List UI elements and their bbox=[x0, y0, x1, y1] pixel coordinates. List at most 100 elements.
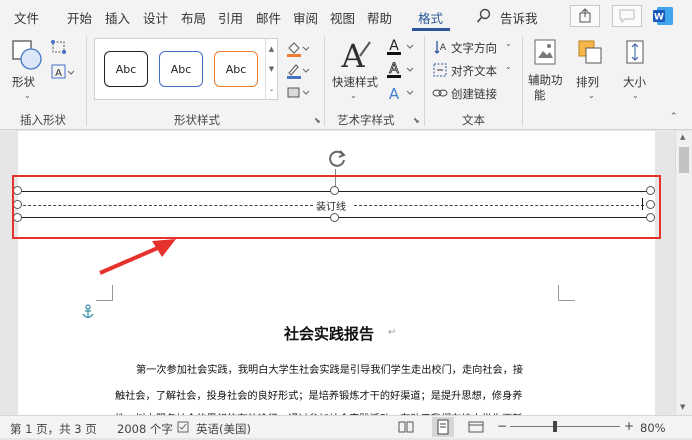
svg-text:W: W bbox=[654, 13, 664, 23]
word-logo-icon: W bbox=[652, 6, 674, 26]
svg-text:A: A bbox=[389, 61, 399, 77]
highlight-box bbox=[12, 175, 661, 239]
tab-layout[interactable]: 布局 bbox=[181, 8, 206, 27]
group-label-wordart-styles: 艺术字样式 bbox=[337, 113, 395, 127]
dialog-launcher-icon[interactable]: ⬊ bbox=[314, 116, 321, 125]
shape-style-1-label: Abc bbox=[115, 62, 137, 76]
alt-text-button[interactable]: 辅助功 bbox=[528, 72, 563, 88]
paragraph-line[interactable]: 第一次参加社会实践，我明白大学生社会实践是引导我们学生走出校门，走向社会，接 bbox=[136, 361, 523, 376]
tab-help[interactable]: 帮助 bbox=[367, 8, 392, 27]
search-icon[interactable] bbox=[476, 8, 492, 24]
comments-button[interactable] bbox=[612, 5, 642, 27]
word-count[interactable]: 2008 个字 bbox=[117, 421, 173, 437]
share-button[interactable] bbox=[570, 5, 600, 27]
svg-text:A: A bbox=[389, 38, 399, 54]
ribbon-separator bbox=[86, 36, 87, 126]
text-effects-icon[interactable]: A bbox=[386, 83, 416, 103]
group-label-text: 文本 bbox=[462, 113, 485, 127]
group-label-shape-styles: 形状样式 bbox=[174, 113, 220, 127]
tab-home[interactable]: 开始 bbox=[67, 8, 92, 27]
tab-mailings[interactable]: 邮件 bbox=[256, 8, 281, 27]
status-bar: 第 1 页，共 3 页 2008 个字 英语(美国) − + 80% bbox=[0, 415, 692, 438]
alt-text-button-line2[interactable]: 能 bbox=[534, 87, 546, 103]
align-text-dropdown-icon[interactable]: ⌄ bbox=[505, 62, 512, 71]
size-button[interactable]: 大小 bbox=[623, 74, 646, 90]
quick-styles-icon[interactable]: A bbox=[336, 34, 374, 75]
zoom-slider[interactable] bbox=[510, 426, 620, 427]
zoom-slider-thumb[interactable] bbox=[553, 421, 557, 432]
text-outline-icon[interactable]: A bbox=[386, 60, 416, 80]
svg-text:A: A bbox=[340, 37, 365, 74]
arrange-icon[interactable] bbox=[576, 38, 606, 68]
create-link-button[interactable]: 创建链接 bbox=[451, 86, 497, 102]
shape-style-1[interactable]: Abc bbox=[104, 51, 148, 87]
zoom-out-button[interactable]: − bbox=[497, 419, 507, 433]
quick-styles-button[interactable]: 快速样式 bbox=[332, 74, 378, 90]
paragraph-line[interactable]: 触社会，了解社会，投身社会的良好形式；是培养锻炼才干的好渠道；是提升思想，修身养 bbox=[115, 387, 523, 402]
document-heading[interactable]: 社会实践报告 bbox=[284, 323, 374, 344]
shape-style-2-label: Abc bbox=[170, 62, 192, 76]
arrange-button[interactable]: 排列 bbox=[576, 74, 599, 90]
text-direction-icon: A bbox=[432, 39, 448, 55]
quick-styles-dropdown-icon[interactable]: ⌄ bbox=[350, 91, 357, 100]
dialog-launcher-icon[interactable]: ⬊ bbox=[413, 116, 420, 125]
ribbon: 形状 ⌄ A 插入形状 Abc Abc Abc ▲ ▼ ⌄ 形状样式 ⬊ A 快速样… bbox=[0, 32, 692, 130]
scroll-down-icon[interactable]: ▼ bbox=[680, 403, 685, 411]
zoom-level[interactable]: 80% bbox=[640, 421, 666, 435]
align-text-button[interactable]: 对齐文本 bbox=[451, 63, 497, 79]
language-indicator[interactable]: 英语(美国) bbox=[196, 421, 251, 437]
text-fill-icon[interactable]: A bbox=[386, 37, 416, 57]
arrow-annotation-icon bbox=[96, 235, 182, 277]
tab-format[interactable]: 格式 bbox=[418, 8, 443, 27]
text-direction-dropdown-icon[interactable]: ⌄ bbox=[505, 39, 512, 48]
zoom-in-button[interactable]: + bbox=[624, 419, 634, 433]
shape-fill-icon[interactable] bbox=[285, 40, 310, 58]
margin-corner-mark bbox=[96, 285, 113, 301]
scroll-thumb[interactable] bbox=[679, 147, 689, 173]
read-mode-icon[interactable] bbox=[398, 420, 414, 434]
tab-file[interactable]: 文件 bbox=[14, 8, 39, 27]
shape-effects-icon[interactable] bbox=[285, 84, 310, 102]
alt-text-icon[interactable] bbox=[532, 38, 558, 68]
shape-style-3-label: Abc bbox=[225, 62, 247, 76]
scroll-up-icon[interactable]: ▲ bbox=[680, 133, 685, 141]
align-text-icon bbox=[432, 62, 448, 78]
print-layout-icon bbox=[437, 419, 449, 435]
size-dropdown-icon[interactable]: ⌄ bbox=[632, 91, 639, 100]
size-icon[interactable] bbox=[622, 38, 648, 68]
tell-me-search[interactable]: 告诉我 bbox=[500, 8, 538, 27]
collapse-ribbon-icon[interactable]: ⌃ bbox=[670, 112, 678, 122]
gallery-scroll[interactable]: ▲ ▼ ⌄ bbox=[265, 39, 277, 99]
group-label-insert-shapes: 插入形状 bbox=[20, 113, 66, 127]
page-count[interactable]: 第 1 页，共 3 页 bbox=[10, 421, 97, 437]
svg-text:A: A bbox=[440, 43, 447, 53]
ribbon-separator bbox=[522, 36, 523, 126]
text-box-icon[interactable]: A bbox=[50, 64, 75, 80]
tab-insert[interactable]: 插入 bbox=[105, 8, 130, 27]
shape-outline-icon[interactable] bbox=[285, 62, 310, 80]
ribbon-separator bbox=[324, 36, 325, 126]
vertical-scrollbar[interactable]: ▲ ▼ bbox=[675, 131, 692, 415]
document-area: 装订线 社会实践报告 ↵ 第一次参加社会实践，我明白大学生社会实践是引导我们学生… bbox=[0, 131, 692, 422]
edit-shape-icon[interactable] bbox=[50, 39, 72, 55]
anchor-icon[interactable] bbox=[81, 304, 95, 320]
tab-review[interactable]: 审阅 bbox=[293, 8, 318, 27]
margin-corner-mark bbox=[558, 285, 575, 301]
tab-design[interactable]: 设计 bbox=[143, 8, 168, 27]
print-layout-button[interactable] bbox=[432, 417, 454, 437]
text-direction-button[interactable]: 文字方向 bbox=[451, 40, 497, 56]
svg-text:A: A bbox=[389, 85, 400, 103]
rotate-handle-icon[interactable] bbox=[326, 147, 348, 169]
svg-text:A: A bbox=[55, 68, 62, 79]
shape-style-3[interactable]: Abc bbox=[214, 51, 258, 87]
tab-references[interactable]: 引用 bbox=[218, 8, 243, 27]
proofing-icon[interactable] bbox=[177, 421, 189, 433]
shapes-dropdown-icon[interactable]: ⌄ bbox=[24, 91, 31, 100]
paragraph-mark: ↵ bbox=[388, 327, 397, 338]
tab-view[interactable]: 视图 bbox=[330, 8, 355, 27]
shape-style-2[interactable]: Abc bbox=[159, 51, 203, 87]
shapes-button[interactable]: 形状 bbox=[12, 74, 35, 90]
web-layout-icon[interactable] bbox=[468, 420, 484, 434]
shapes-icon[interactable] bbox=[10, 38, 44, 72]
arrange-dropdown-icon[interactable]: ⌄ bbox=[588, 91, 595, 100]
